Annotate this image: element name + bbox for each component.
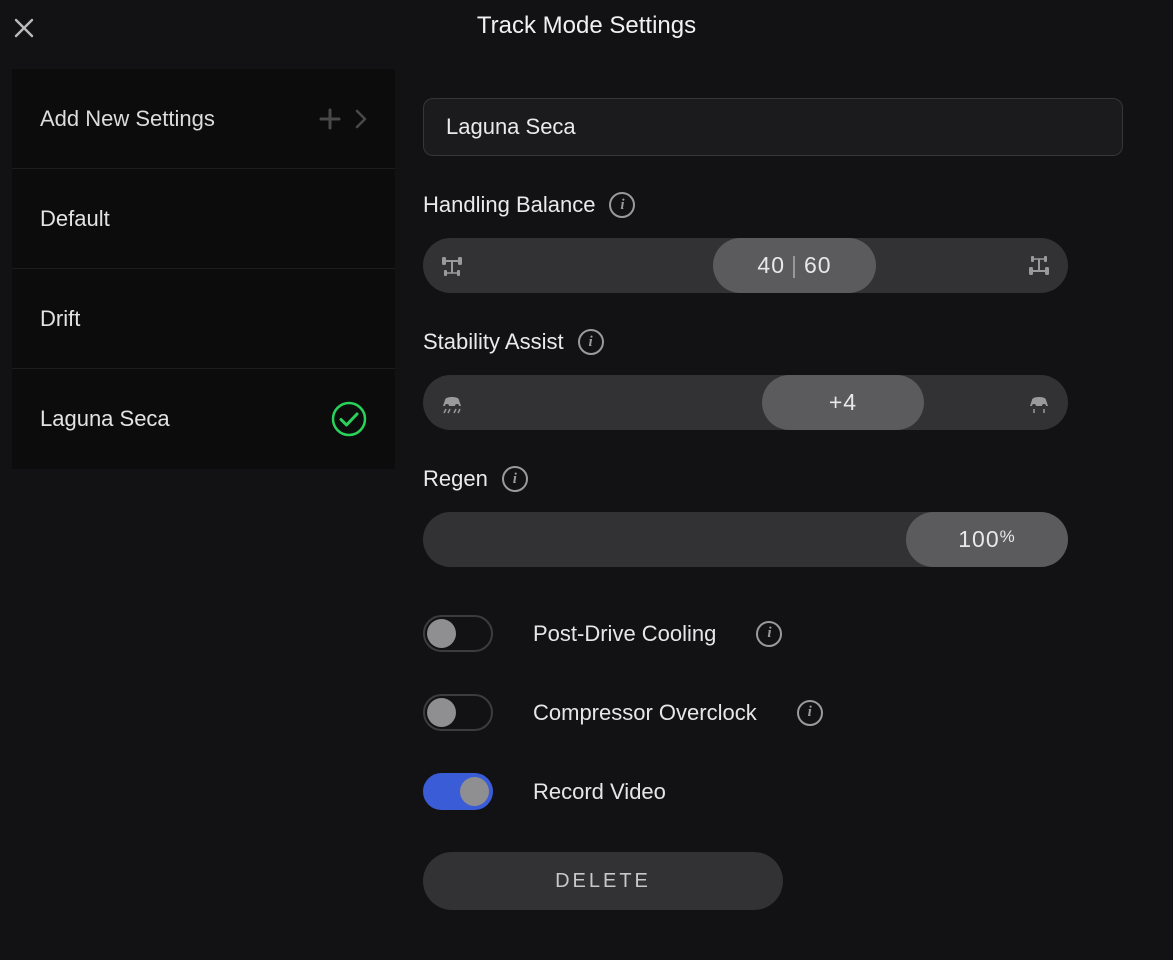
post-drive-cooling-row: Post-Drive Cooling i <box>423 615 1123 652</box>
regen-section: Regen i 100% <box>423 466 1123 567</box>
compressor-overclock-label: Compressor Overclock <box>533 700 757 726</box>
delete-label: DELETE <box>555 870 651 893</box>
handling-front-value: 40 <box>757 252 785 279</box>
sidebar-item-laguna-seca[interactable]: Laguna Seca <box>12 369 395 469</box>
record-video-toggle[interactable] <box>423 773 493 810</box>
chevron-right-icon <box>355 109 367 129</box>
stability-label: Stability Assist <box>423 329 564 355</box>
sidebar-item-drift[interactable]: Drift <box>12 269 395 369</box>
record-video-label: Record Video <box>533 779 666 805</box>
sidebar-item-default[interactable]: Default <box>12 169 395 269</box>
handling-label: Handling Balance <box>423 192 595 218</box>
plus-icon <box>319 108 341 130</box>
add-new-settings-button[interactable]: Add New Settings <box>12 69 395 169</box>
settings-panel: Handling Balance i <box>423 98 1123 910</box>
delete-button[interactable]: DELETE <box>423 852 783 910</box>
handling-balance-slider[interactable]: 40 | 60 <box>423 238 1068 293</box>
handling-balance-section: Handling Balance i <box>423 192 1123 293</box>
info-icon[interactable]: i <box>502 466 528 492</box>
info-icon[interactable]: i <box>797 700 823 726</box>
stability-slider-thumb[interactable]: +4 <box>762 375 924 430</box>
page-title: Track Mode Settings <box>0 12 1173 40</box>
regen-slider-thumb[interactable]: 100% <box>906 512 1068 567</box>
regen-label: Regen <box>423 466 488 492</box>
front-bias-icon <box>437 251 467 281</box>
stability-value: +4 <box>829 389 857 416</box>
profile-sidebar: Add New Settings Default Drift Laguna Se… <box>12 69 395 469</box>
stability-assist-section: Stability Assist i <box>423 329 1123 430</box>
profile-name-input[interactable] <box>423 98 1123 156</box>
post-drive-cooling-label: Post-Drive Cooling <box>533 621 716 647</box>
stability-on-icon <box>1024 388 1054 418</box>
add-new-label: Add New Settings <box>40 106 215 132</box>
info-icon[interactable]: i <box>756 621 782 647</box>
sidebar-item-label: Laguna Seca <box>40 406 170 432</box>
compressor-overclock-toggle[interactable] <box>423 694 493 731</box>
handling-slider-thumb[interactable]: 40 | 60 <box>713 238 876 293</box>
stability-assist-slider[interactable]: +4 <box>423 375 1068 430</box>
info-icon[interactable]: i <box>609 192 635 218</box>
handling-rear-value: 60 <box>804 252 832 279</box>
compressor-overclock-row: Compressor Overclock i <box>423 694 1123 731</box>
regen-slider[interactable]: 100% <box>423 512 1068 567</box>
sidebar-item-label: Default <box>40 206 110 232</box>
post-drive-cooling-toggle[interactable] <box>423 615 493 652</box>
regen-value: 100 <box>958 526 999 553</box>
record-video-row: Record Video <box>423 773 1123 810</box>
info-icon[interactable]: i <box>578 329 604 355</box>
check-circle-icon <box>331 401 367 437</box>
stability-off-icon <box>437 388 467 418</box>
regen-unit: % <box>1000 527 1016 547</box>
sidebar-item-label: Drift <box>40 306 80 332</box>
rear-bias-icon <box>1024 251 1054 281</box>
